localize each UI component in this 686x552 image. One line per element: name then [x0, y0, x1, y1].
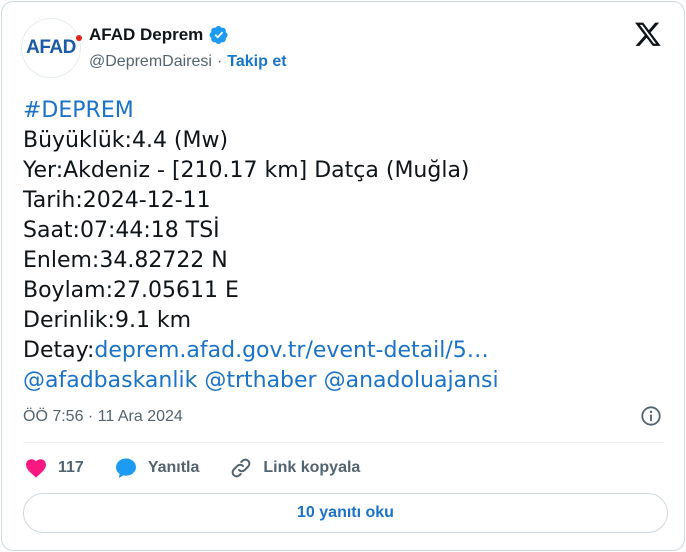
location-line: Yer:Akdeniz - [210.17 km] Datça (Muğla): [23, 158, 470, 183]
heart-icon: [26, 459, 46, 478]
reply-bubble-icon: [115, 458, 136, 478]
mention-afadbaskanlik[interactable]: @afadbaskanlik: [23, 368, 197, 393]
detail-link[interactable]: deprem.afad.gov.tr/event-detail/5…: [94, 338, 488, 363]
link-icon: [232, 458, 251, 478]
magnitude-line: Büyüklük:4.4 (Mw): [23, 128, 229, 153]
user-handle[interactable]: @DepremDairesi: [89, 53, 212, 71]
latitude-line: Enlem:34.82722 N: [23, 248, 228, 273]
tweet-text: #DEPREM Büyüklük:4.4 (Mw) Yer:Akdeniz - …: [23, 96, 499, 396]
depth-line: Derinlik:9.1 km: [23, 308, 192, 333]
longitude-line: Boylam:27.05611 E: [23, 278, 239, 303]
logo-dot: [75, 35, 82, 41]
action-bar: 117 Yanıtla Link kopyala: [24, 454, 390, 482]
separator: ·: [216, 53, 223, 70]
reply-label: Yanıtla: [147, 459, 200, 476]
detail-label: Detay:: [23, 338, 95, 363]
mention-anadoluajansi[interactable]: @anadoluajansi: [324, 368, 499, 393]
divider: [23, 442, 664, 443]
tweet-timestamp[interactable]: ÖÖ 7:56 · 11 Ara 2024: [23, 408, 183, 426]
like-button[interactable]: 117: [24, 456, 84, 480]
mention-trthaber[interactable]: @trthaber: [204, 368, 316, 393]
handle-row: @DepremDairesi · Takip et: [89, 53, 287, 71]
x-logo-icon[interactable]: [634, 20, 662, 48]
avatar[interactable]: AFAD: [21, 18, 82, 78]
display-name[interactable]: AFAD Deprem: [89, 25, 203, 45]
follow-button[interactable]: Takip et: [227, 53, 286, 71]
info-icon[interactable]: [640, 405, 662, 427]
verified-badge-icon: [209, 26, 228, 44]
hashtag-link[interactable]: #DEPREM: [23, 98, 134, 123]
afad-logo: AFAD: [26, 35, 82, 59]
copy-link-label: Link kopyala: [263, 459, 361, 476]
name-row: AFAD Deprem: [89, 25, 229, 45]
tweet-card: AFAD AFAD Deprem @DepremDairesi · Takip …: [1, 1, 685, 551]
like-count: 117: [58, 459, 84, 476]
reply-action[interactable]: Yanıtla: [114, 456, 200, 480]
copy-link-action[interactable]: Link kopyala: [229, 456, 360, 480]
date-line: Tarih:2024-12-11: [23, 188, 211, 213]
time-line: Saat:07:44:18 TSİ: [23, 218, 220, 243]
read-replies-button[interactable]: 10 yanıtı oku: [23, 493, 668, 533]
